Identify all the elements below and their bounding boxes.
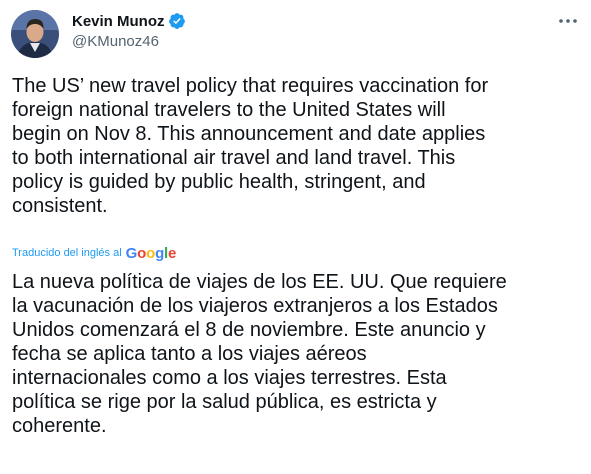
verified-badge-icon — [168, 12, 186, 30]
more-options-icon — [559, 19, 577, 23]
author-avatar[interactable] — [11, 10, 59, 58]
more-options-button[interactable] — [555, 10, 581, 32]
translated-by-google-link[interactable]: Traducido del inglés al Google — [12, 243, 176, 263]
author-name-row: Kevin Munoz — [72, 11, 186, 31]
author-handle[interactable]: @KMunoz46 — [72, 33, 159, 50]
translated-tweet-text: La nueva política de viajes de los EE. U… — [12, 271, 507, 437]
profile-photo-icon — [11, 10, 59, 58]
translated-label: Traducido del inglés al — [12, 247, 122, 259]
tweet-text: The US’ new travel policy that requires … — [12, 75, 489, 217]
google-logo: Google — [125, 244, 177, 262]
author-name[interactable]: Kevin Munoz — [72, 13, 165, 30]
